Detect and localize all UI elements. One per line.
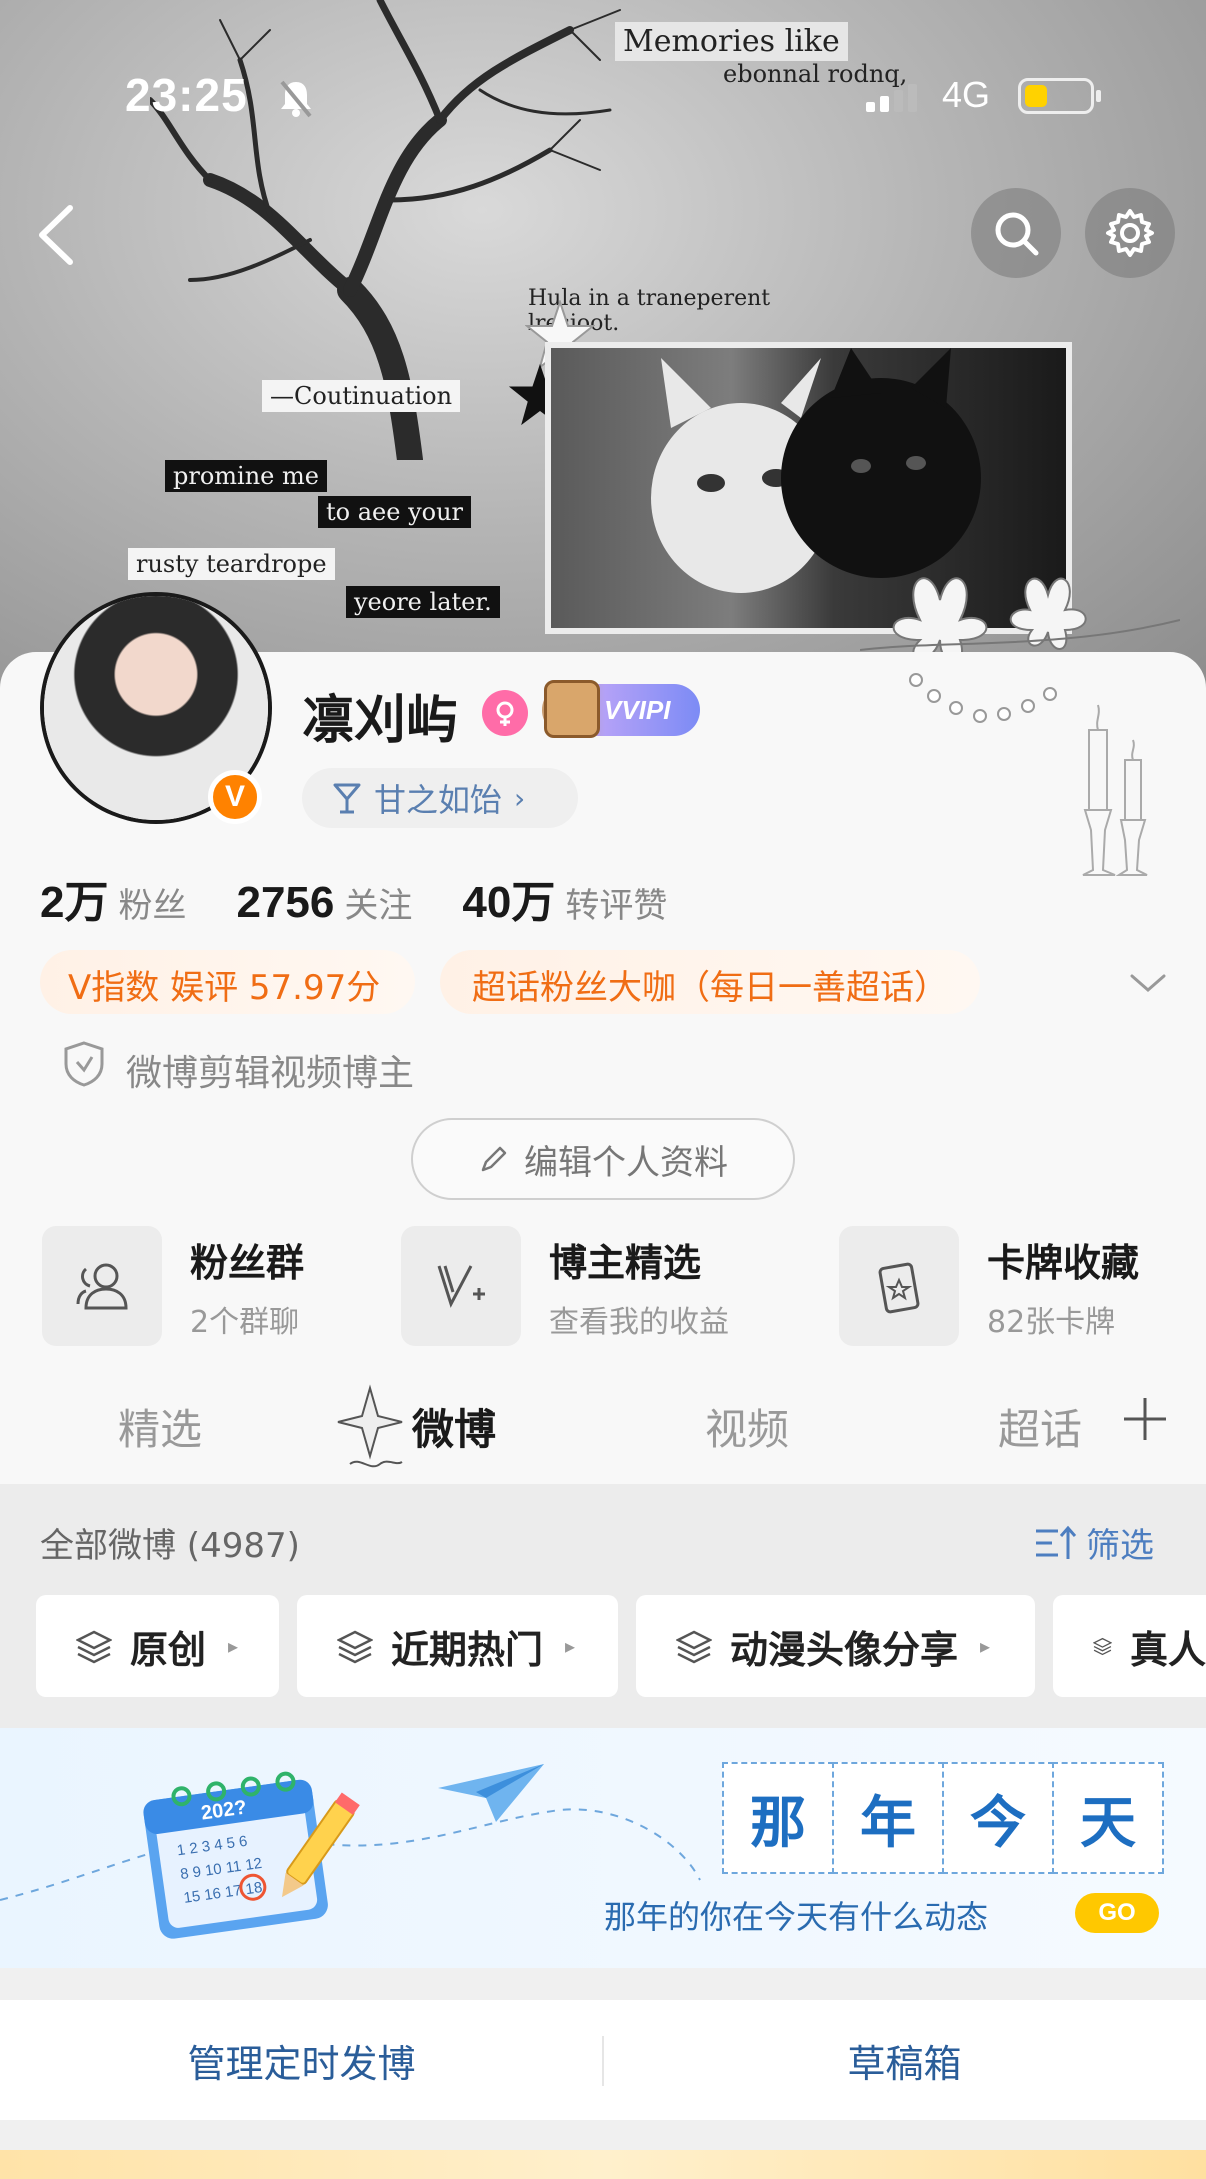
verified-badge: V (208, 770, 262, 824)
plus-icon[interactable] (1120, 1394, 1170, 1444)
following-label: 关注 (344, 886, 413, 926)
caret-right-icon: ▸ (565, 1634, 576, 1658)
signal-strength-icon (866, 84, 917, 112)
tile-fans-group-title: 粉丝群 (190, 1240, 305, 1285)
candle-decoration (1082, 704, 1148, 876)
blogger-select-icon (401, 1226, 521, 1346)
profile-stats: 2万 粉丝 2756 关注 40万 转评赞 (40, 866, 717, 930)
chevron-down-icon[interactable] (1128, 970, 1168, 996)
battery-level-fill (1025, 85, 1047, 107)
chip-real-person-label: 真人 (1129, 1627, 1206, 1672)
search-icon (995, 212, 1039, 256)
chip-original-label: 原创 (130, 1627, 207, 1672)
filter-label: 筛选 (1086, 1526, 1154, 1566)
mute-bell-icon (280, 80, 312, 118)
title-pill-label: 甘之如饴 (374, 781, 503, 819)
status-time: 23:25 (125, 69, 248, 121)
profile-name: 凛刈屿 (302, 691, 459, 751)
chevron-right-icon: › (514, 781, 526, 815)
filter-button[interactable]: 筛选 (1034, 1518, 1154, 1567)
fans-label: 粉丝 (118, 886, 187, 926)
drafts-button[interactable]: 草稿箱 (603, 2000, 1206, 2120)
cover-text-memories: Memories like (615, 22, 848, 61)
layers-icon (1093, 1637, 1112, 1656)
fans-count[interactable]: 2万 (40, 866, 108, 930)
layers-icon (676, 1630, 712, 1664)
banner-char-1: 那 (722, 1762, 834, 1874)
pearl-string-decoration (909, 673, 1057, 723)
chip-original[interactable]: 原创 ▸ (36, 1595, 279, 1697)
next-card-peek (0, 2150, 1206, 2179)
following-count[interactable]: 2756 (236, 878, 334, 928)
profile-cover[interactable]: Memories like ebonnal rodnq, Hula in a t… (0, 0, 1206, 700)
tab-video[interactable]: 视频 (705, 1396, 789, 1457)
v-index-label: V指数 娱评 57.97分 (68, 968, 381, 1008)
search-button[interactable] (971, 188, 1061, 278)
tab-featured[interactable]: 精选 (118, 1396, 202, 1457)
fans-group-icon (42, 1226, 162, 1346)
layers-icon (76, 1630, 112, 1664)
shield-verified-icon (64, 1041, 104, 1087)
banner-char-4: 天 (1052, 1762, 1164, 1874)
on-this-day-subtitle: 那年的你在今天有什么动态 (604, 1898, 989, 1936)
on-this-day-title: 那 年 今 天 (722, 1762, 1164, 1874)
tile-fans-group[interactable]: 粉丝群 2个群聊 (42, 1226, 304, 1346)
manage-scheduled-posts-button[interactable]: 管理定时发博 (0, 2000, 603, 2120)
tab-supertopic[interactable]: 超话 (998, 1396, 1082, 1457)
tile-card-collection[interactable]: 卡牌收藏 82张卡牌 (839, 1226, 1139, 1346)
battery-tip (1096, 90, 1101, 102)
banner-char-3: 今 (942, 1762, 1054, 1874)
tile-fans-group-subtitle: 2个群聊 (190, 1304, 300, 1340)
network-type: 4G (942, 74, 991, 115)
go-button[interactable]: GO (1075, 1893, 1159, 1933)
cocktail-icon (333, 783, 361, 814)
cover-text-rusty: rusty teardrope (128, 548, 335, 580)
layers-icon (337, 1630, 373, 1664)
card-collection-icon (839, 1226, 959, 1346)
tile-blogger-select-subtitle: 查看我的收益 (549, 1304, 729, 1340)
verification-text: 微博剪辑视频博主 (126, 1053, 415, 1094)
chip-recent-hot-label: 近期热门 (391, 1627, 544, 1672)
chip-recent-hot[interactable]: 近期热门 ▸ (297, 1595, 618, 1697)
tab-weibo[interactable]: 微博 (412, 1396, 496, 1457)
cover-text-to-aee: to aee your (318, 496, 472, 528)
title-pill[interactable]: 甘之如饴 › (302, 768, 578, 828)
female-gender-icon (482, 690, 528, 736)
active-tab-sparkle-icon (337, 1384, 403, 1468)
back-arrow-icon[interactable] (28, 200, 88, 270)
tile-blogger-select[interactable]: 博主精选 查看我的收益 (401, 1226, 729, 1346)
caret-right-icon: ▸ (980, 1634, 991, 1658)
all-weibo-count: 全部微博 (4987) (40, 1526, 300, 1566)
chip-anime-avatar[interactable]: 动漫头像分享 ▸ (636, 1595, 1035, 1697)
cover-text-coutinuation: —Coutinuation (262, 380, 461, 412)
chip-real-person[interactable]: 真人 (1053, 1595, 1206, 1697)
caret-right-icon: ▸ (228, 1634, 239, 1658)
cover-text-promise: promine me (165, 460, 327, 492)
filter-icon (1036, 1525, 1077, 1559)
cover-text-yeore: yeore later. (346, 586, 500, 618)
tile-card-collection-subtitle: 82张卡牌 (987, 1304, 1116, 1340)
edit-profile-label: 编辑个人资料 (524, 1142, 728, 1183)
tile-card-collection-title: 卡牌收藏 (987, 1240, 1140, 1285)
settings-button[interactable] (1085, 188, 1175, 278)
tile-blogger-select-title: 博主精选 (549, 1240, 702, 1285)
gear-icon (1106, 209, 1154, 257)
chip-anime-avatar-label: 动漫头像分享 (730, 1627, 959, 1672)
chaohua-label: 超话粉丝大咖（每日一善超话） (472, 968, 948, 1008)
pencil-icon (481, 1146, 507, 1172)
paper-plane-icon (438, 1764, 544, 1822)
edit-profile-button[interactable]: 编辑个人资料 (411, 1118, 795, 1200)
banner-char-2: 年 (832, 1762, 944, 1874)
likes-count[interactable]: 40万 (462, 866, 555, 930)
vip-gift-icon (544, 680, 600, 738)
calendar-icon: 202? 1 2 3 4 5 6 8 9 10 11 12 15 16 17 1… (143, 1771, 360, 1939)
battery-icon (1018, 78, 1094, 114)
likes-label: 转评赞 (565, 886, 668, 926)
